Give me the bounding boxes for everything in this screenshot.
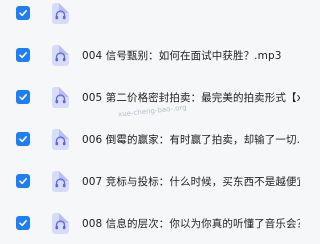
checkbox-checked-icon[interactable] bbox=[16, 90, 30, 104]
checkbox-checked-icon[interactable] bbox=[16, 174, 30, 188]
file-list: 004 信号甄别：如何在面试中获胜？.mp3 005 第二价格密封拍卖：最完美的… bbox=[0, 0, 300, 244]
checkbox-checked-icon[interactable] bbox=[16, 132, 30, 146]
audio-file-icon bbox=[52, 2, 69, 24]
file-name: 005 第二价格密封拍卖：最完美的拍卖形式【xue- bbox=[82, 91, 300, 104]
file-name: 006 倒霉的赢家：有时赢了拍卖，却输了一切.mp3 bbox=[82, 133, 300, 146]
file-row[interactable]: 004 信号甄别：如何在面试中获胜？.mp3 bbox=[0, 34, 300, 76]
file-name: 007 竞标与投标：什么时候，买东西不是越便宜越 bbox=[82, 175, 300, 188]
file-name: 004 信号甄别：如何在面试中获胜？.mp3 bbox=[82, 49, 282, 62]
file-row[interactable]: 008 信息的层次：你以为你真的听懂了音乐会？. bbox=[0, 202, 300, 244]
audio-file-icon bbox=[52, 44, 69, 66]
checkbox-checked-icon[interactable] bbox=[16, 48, 30, 62]
audio-file-icon bbox=[52, 86, 69, 108]
audio-file-icon bbox=[52, 212, 69, 234]
audio-file-icon bbox=[52, 128, 69, 150]
checkbox-checked-icon[interactable] bbox=[16, 6, 30, 20]
file-row[interactable]: 007 竞标与投标：什么时候，买东西不是越便宜越 bbox=[0, 160, 300, 202]
file-row[interactable]: 006 倒霉的赢家：有时赢了拍卖，却输了一切.mp3 bbox=[0, 118, 300, 160]
audio-file-icon bbox=[52, 170, 69, 192]
file-name: 008 信息的层次：你以为你真的听懂了音乐会？. bbox=[82, 217, 300, 230]
file-row[interactable] bbox=[0, 0, 300, 34]
checkbox-checked-icon[interactable] bbox=[16, 216, 30, 230]
